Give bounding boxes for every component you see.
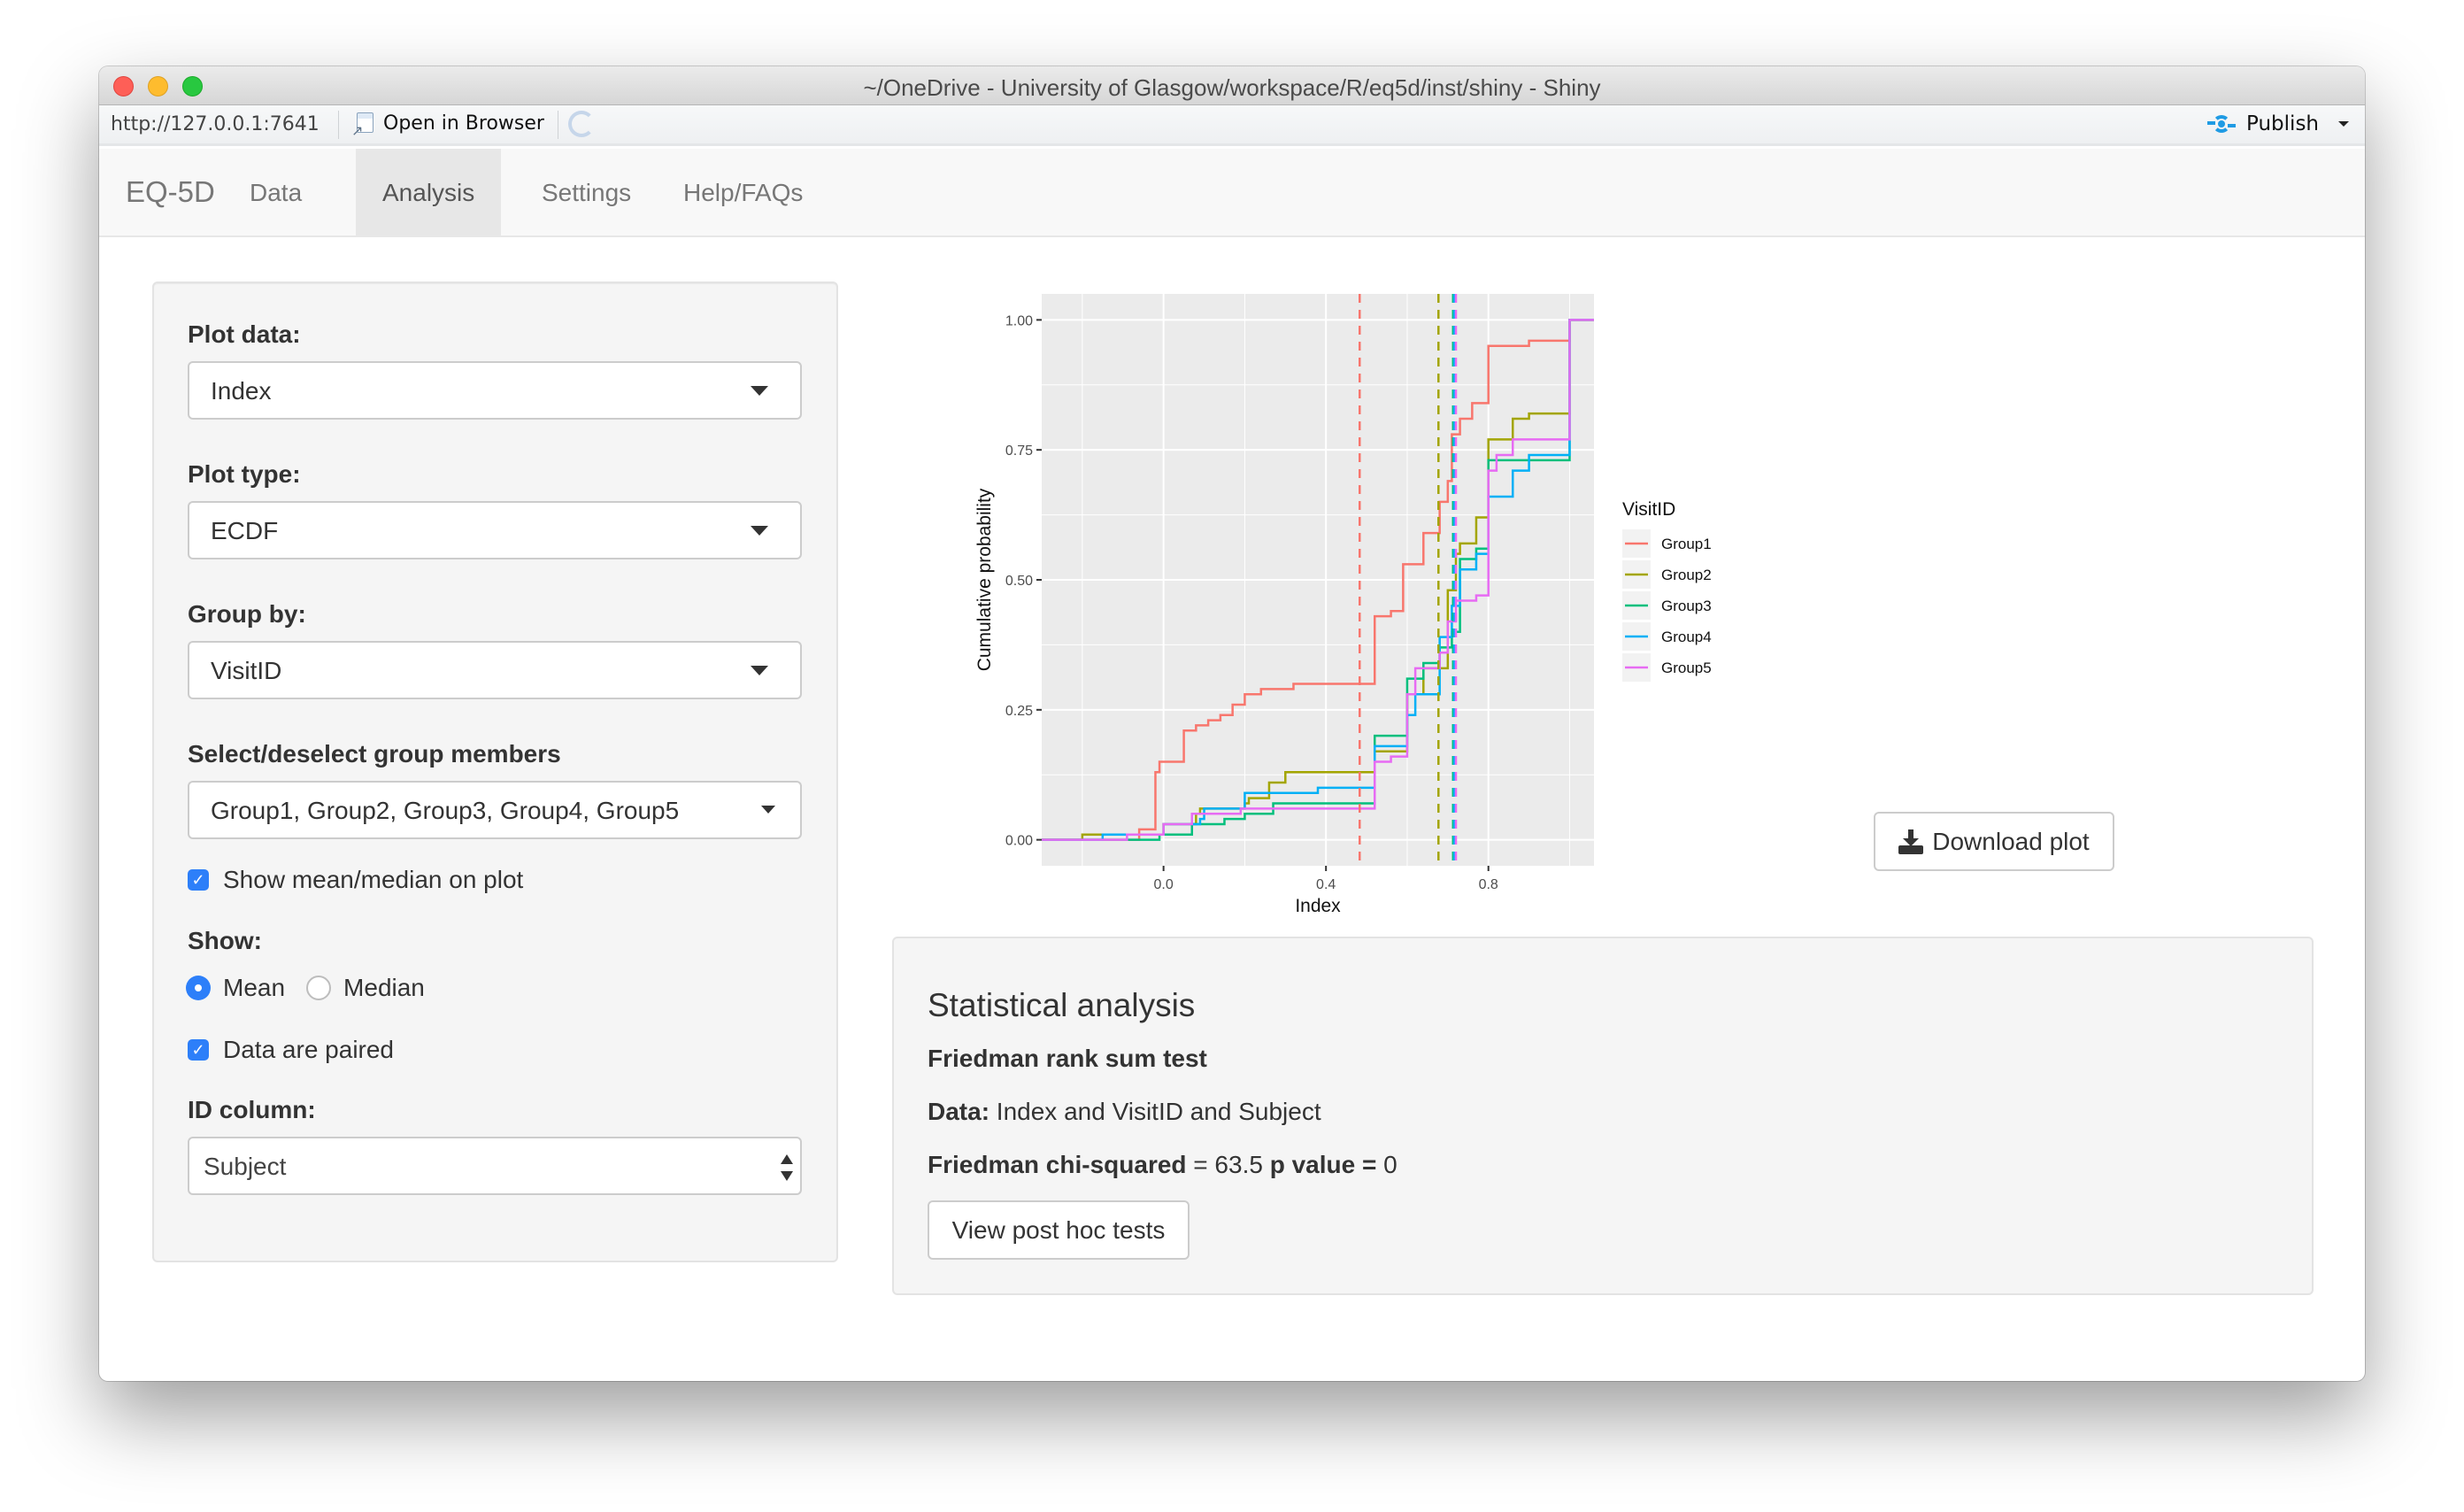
y-tick-label: 0.50: [1005, 574, 1033, 589]
plot-type-value: ECDF: [211, 517, 279, 544]
open-in-browser-label: Open in Browser: [383, 112, 544, 135]
toolbar-divider: [338, 111, 339, 139]
viewer-toolbar: http://127.0.0.1:7641 ↗ Open in Browser …: [99, 105, 2365, 146]
radio-median[interactable]: Median: [306, 974, 425, 1002]
data-value: Index and VisitID and Subject: [996, 1098, 1321, 1125]
app-brand[interactable]: EQ-5D: [126, 175, 215, 209]
chevron-down-icon: [751, 526, 768, 536]
p-value: 0: [1383, 1151, 1398, 1178]
open-in-browser-button[interactable]: ↗ Open in Browser: [351, 112, 544, 140]
group-members-label: Select/deselect group members: [188, 740, 561, 768]
radio-median-button[interactable]: [306, 976, 332, 1000]
plot-data-label: Plot data:: [188, 320, 301, 348]
refresh-icon[interactable]: [568, 111, 595, 137]
data-label: Data:: [928, 1098, 990, 1125]
group-members-select[interactable]: Group1, Group2, Group3, Group4, Group5: [188, 781, 802, 839]
view-post-hoc-tests-button[interactable]: View post hoc tests: [928, 1200, 1190, 1260]
radio-mean-button[interactable]: [186, 976, 211, 1000]
tab-data[interactable]: Data: [223, 149, 328, 237]
open-external-icon: ↗: [351, 112, 374, 139]
p-value-label: p value =: [1269, 1151, 1377, 1178]
radio-median-label: Median: [343, 974, 425, 1001]
tab-analysis[interactable]: Analysis: [356, 149, 502, 237]
id-column-label: ID column:: [188, 1096, 316, 1123]
radio-mean-label: Mean: [223, 974, 286, 1001]
plot-data-select[interactable]: Index: [188, 361, 802, 420]
tab-settings[interactable]: Settings: [515, 149, 658, 237]
show-mean-median-label: Show mean/median on plot: [223, 866, 524, 893]
group-by-value: VisitID: [211, 657, 282, 684]
publish-icon: [2207, 113, 2237, 135]
y-tick-label: 0.25: [1005, 704, 1033, 719]
statistic-value: = 63.5: [1193, 1151, 1263, 1178]
chevron-down-icon: [761, 806, 775, 814]
navbar: EQ-5D Data Analysis Settings Help/FAQs: [99, 149, 2365, 237]
download-plot-button[interactable]: Download plot: [1874, 812, 2114, 871]
group-by-label: Group by:: [188, 600, 306, 628]
plot-data-value: Index: [211, 377, 272, 405]
legend-label: Group3: [1661, 598, 1712, 614]
app-window: ~/OneDrive - University of Glasgow/works…: [99, 66, 2365, 1381]
chevron-down-icon: [751, 666, 768, 675]
data-line: Data: Index and VisitID and Subject: [928, 1098, 1321, 1126]
statistic-line: Friedman chi-squared = 63.5 p value = 0: [928, 1151, 1398, 1179]
data-paired-checkbox-row[interactable]: ✓ Data are paired: [188, 1036, 394, 1064]
y-tick-label: 0.75: [1005, 444, 1033, 459]
group-by-select[interactable]: VisitID: [188, 641, 802, 699]
legend-label: Group2: [1661, 567, 1712, 583]
window-title: ~/OneDrive - University of Glasgow/works…: [863, 74, 1601, 101]
legend-label: Group1: [1661, 536, 1712, 552]
stats-title: Statistical analysis: [928, 987, 1196, 1023]
id-column-value: Subject: [204, 1153, 287, 1180]
show-mean-median-checkbox-row[interactable]: ✓ Show mean/median on plot: [188, 866, 523, 894]
publish-label: Publish: [2246, 112, 2319, 135]
plot-type-label: Plot type:: [188, 460, 301, 488]
plot-type-select[interactable]: ECDF: [188, 501, 802, 559]
statistic-label: Friedman chi-squared: [928, 1151, 1187, 1178]
data-paired-label: Data are paired: [223, 1036, 395, 1063]
legend-label: Group4: [1661, 629, 1712, 645]
x-tick-label: 0.0: [1154, 877, 1174, 892]
group-members-value: Group1, Group2, Group3, Group4, Group5: [211, 797, 680, 824]
y-tick-label: 1.00: [1005, 313, 1033, 328]
radio-mean[interactable]: Mean: [186, 974, 285, 1002]
id-column-select[interactable]: Subject: [188, 1137, 802, 1195]
download-plot-label: Download plot: [1932, 827, 2090, 855]
url-display: http://127.0.0.1:7641: [111, 113, 320, 135]
show-label: Show:: [188, 927, 262, 954]
legend-title: VisitID: [1622, 499, 1675, 520]
x-axis-title: Index: [1295, 896, 1341, 916]
ecdf-chart: 0.00 0.25 0.50 0.75 1.00 0.0 0.4 0.8 Index Cumula…: [971, 283, 1803, 938]
chevron-down-icon: [751, 386, 768, 396]
test-name: Friedman rank sum test: [928, 1045, 1207, 1072]
ecdf-chart-svg: 0.00 0.25 0.50 0.75 1.00 0.0 0.4 0.8 Index Cumula…: [974, 294, 1712, 916]
y-tick-label: 0.00: [1005, 834, 1033, 849]
legend-label: Group5: [1661, 660, 1712, 676]
statistical-analysis-panel: Statistical analysis Friedman rank sum t…: [892, 937, 2314, 1295]
select-updown-icon: [781, 1154, 793, 1181]
x-tick-label: 0.4: [1316, 877, 1336, 892]
publish-button[interactable]: Publish: [2207, 112, 2349, 135]
x-tick-label: 0.8: [1479, 877, 1498, 892]
sidebar-panel: Plot data: Index Plot type: ECDF Group b…: [152, 282, 838, 1262]
download-icon: [1898, 829, 1924, 854]
tab-help-faqs[interactable]: Help/FAQs: [657, 149, 829, 237]
data-paired-checkbox[interactable]: ✓: [188, 1039, 209, 1061]
y-axis-title: Cumulative probability: [974, 488, 995, 671]
show-mean-median-checkbox[interactable]: ✓: [188, 869, 209, 891]
show-radio-group: Mean Median: [186, 974, 446, 1002]
title-bar: ~/OneDrive - University of Glasgow/works…: [99, 66, 2365, 105]
chevron-down-icon: [2338, 121, 2349, 127]
